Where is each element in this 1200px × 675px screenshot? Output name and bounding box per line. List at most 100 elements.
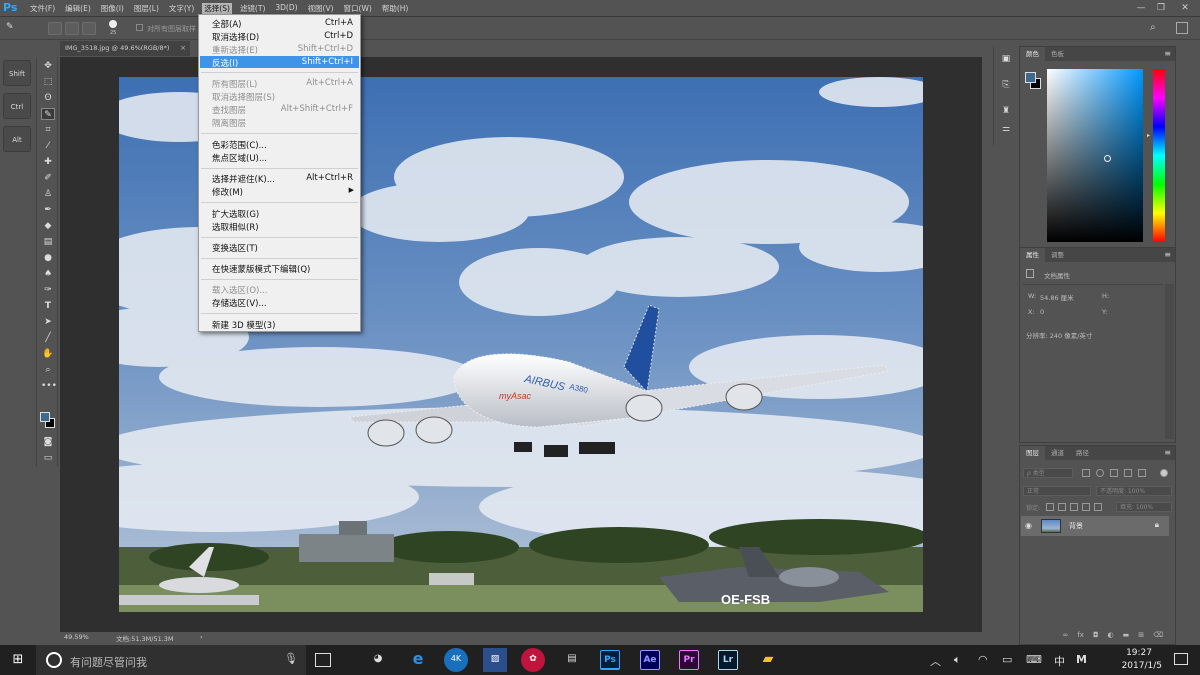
panel-menu-icon[interactable]: ≡ [1164,448,1171,457]
marquee-tool-icon[interactable]: ⬚ [41,76,55,88]
video-player-icon[interactable]: 4K [444,648,468,672]
menu-help[interactable]: 帮助(H) [382,3,409,14]
workspace-icon[interactable] [1176,22,1188,34]
photoshop-taskbar-icon[interactable]: Ps [600,650,620,670]
hue-slider[interactable] [1153,69,1165,242]
dodge-tool-icon[interactable]: ♠ [41,268,55,280]
tab-channels[interactable]: 通道 [1045,446,1070,460]
menu-layer[interactable]: 图层(L) [134,3,159,14]
menu-item-quick-mask[interactable]: 在快速蒙版模式下编辑(Q) [200,262,359,275]
screen-mode-icon[interactable]: ▭ [41,452,55,464]
add-selection-icon[interactable] [65,22,79,35]
premiere-taskbar-icon[interactable]: Pr [679,650,699,670]
menu-edit[interactable]: 编辑(E) [65,3,91,14]
brush-panel-icon[interactable]: ♜ [999,106,1013,118]
shift-key-button[interactable]: Shift [3,60,31,86]
tab-adjustments[interactable]: 调整 [1045,248,1070,262]
restore-button[interactable]: ❐ [1154,2,1168,14]
menu-item-deselect[interactable]: 取消选择(D) Ctrl+D [200,30,359,43]
alt-key-button[interactable]: Alt [3,126,31,152]
quick-selection-tool-icon[interactable]: ✎ [41,108,55,120]
keyboard-icon[interactable]: ⌨ [1026,653,1042,666]
new-adjustment-icon[interactable]: ◐ [1107,631,1113,641]
ime-indicator[interactable]: 中 [1054,653,1065,669]
adjust-panel-icon[interactable]: ⚌ [999,124,1013,136]
panel-menu-icon[interactable]: ≡ [1164,49,1171,58]
tab-swatches[interactable]: 色板 [1045,47,1070,61]
minimize-button[interactable]: — [1134,2,1148,14]
tab-paths[interactable]: 路径 [1070,446,1095,460]
layer-lock-icon[interactable]: 🔒︎ [1155,520,1159,530]
menu-item-select-and-mask[interactable]: 选择并遮住(K)... Alt+Ctrl+R [200,172,359,185]
menu-select[interactable]: 选择(S) [202,3,232,14]
new-layer-icon[interactable]: ⊞ [1138,631,1144,641]
search-icon[interactable]: ⌕ [1150,22,1162,34]
filter-type-icon[interactable] [1110,469,1118,477]
task-view-icon[interactable] [315,653,331,667]
hand-tool-icon[interactable]: ✋ [41,348,55,360]
eyedropper-tool-icon[interactable]: ⁄ [41,140,55,152]
hue-marker-icon[interactable]: ▸ [1147,132,1150,139]
edge-browser-icon[interactable]: e [406,648,430,672]
lock-all-icon[interactable] [1094,503,1102,511]
gradient-tool-icon[interactable]: ▤ [41,236,55,248]
davinci-icon[interactable]: ✿ [521,648,545,672]
eraser-tool-icon[interactable]: ◆ [41,220,55,232]
foreground-color-swatch[interactable] [1025,72,1036,83]
tab-layers[interactable]: 图层 [1020,446,1045,460]
lightroom-taskbar-icon[interactable]: Lr [718,650,738,670]
windows-start-icon[interactable]: ⊞ [0,645,36,675]
filter-toggle-icon[interactable] [1160,469,1168,477]
clone-stamp-icon[interactable]: ♙ [41,188,55,200]
clock-time[interactable]: 19:27 [1126,648,1152,658]
foreground-color-swatch[interactable] [40,412,50,422]
zoom-level[interactable]: 49.59% [64,633,89,641]
menu-item-isolate-layers[interactable]: 隔离图层 [200,116,359,129]
sample-all-layers-checkbox[interactable] [136,24,143,31]
menu-item-all-layers[interactable]: 所有图层(L) Alt+Ctrl+A [200,77,359,90]
layer-filter-select[interactable]: ρ 类型 [1023,468,1073,478]
path-selection-icon[interactable]: ➤ [41,316,55,328]
ime-mode-indicator[interactable]: M [1076,653,1087,666]
menu-file[interactable]: 文件(F) [30,3,55,14]
status-menu-arrow[interactable]: › [200,633,203,641]
new-group-icon[interactable]: ▬ [1123,631,1130,641]
link-layers-icon[interactable]: ∞ [1062,631,1068,641]
power-icon[interactable]: ▭ [1002,653,1012,666]
layer-row-background[interactable]: ◉ 背景 🔒︎ [1021,516,1169,536]
ctrl-key-button[interactable]: Ctrl [3,93,31,119]
color-field[interactable] [1047,69,1143,242]
photo-app-icon[interactable]: ▨ [483,648,507,672]
close-button[interactable]: ✕ [1178,2,1192,14]
delete-layer-icon[interactable]: ⌫ [1153,631,1163,641]
cortana-search-box[interactable]: 有问题尽管问我 🎙︎ [36,645,306,675]
blend-mode-select[interactable]: 正常 [1023,486,1091,496]
history-panel-icon[interactable]: ▣ [999,54,1013,66]
zoom-tool-icon[interactable]: ⌕ [41,364,55,376]
tab-properties[interactable]: 属性 [1020,248,1045,262]
panel-menu-icon[interactable]: ≡ [1164,250,1171,259]
microphone-icon[interactable]: 🎙︎ [284,652,298,665]
blur-tool-icon[interactable]: ● [41,252,55,264]
document-tab[interactable]: IMG_3518.jpg @ 49.6%(RGB/8*) × [60,41,190,56]
lock-artboard-icon[interactable] [1082,503,1090,511]
filter-smart-icon[interactable] [1138,469,1146,477]
opacity-field[interactable]: 不透明度: 100% [1096,486,1172,496]
layer-name[interactable]: 背景 [1069,521,1083,531]
qq-app-icon[interactable]: ◕ [366,648,390,672]
after-effects-taskbar-icon[interactable]: Ae [640,650,660,670]
menu-item-save-selection[interactable]: 存储选区(V)... [200,296,359,309]
move-tool-icon[interactable]: ✥ [41,60,55,72]
subtract-selection-icon[interactable] [82,22,96,35]
filter-pixel-icon[interactable] [1082,469,1090,477]
tab-color[interactable]: 颜色 [1020,47,1045,61]
menu-item-color-range[interactable]: 色彩范围(C)... [200,138,359,151]
volume-icon[interactable]: 🔈︎ [954,653,961,667]
clock-date[interactable]: 2017/1/5 [1122,661,1162,671]
history-brush-icon[interactable]: ✒ [41,204,55,216]
new-selection-icon[interactable] [48,22,62,35]
menu-item-new-3d-extrusion[interactable]: 新建 3D 模型(3) [200,318,359,331]
menu-filter[interactable]: 滤镜(T) [240,3,265,14]
filter-adjustment-icon[interactable] [1096,469,1104,477]
quick-mask-icon[interactable]: ◙ [41,436,55,448]
